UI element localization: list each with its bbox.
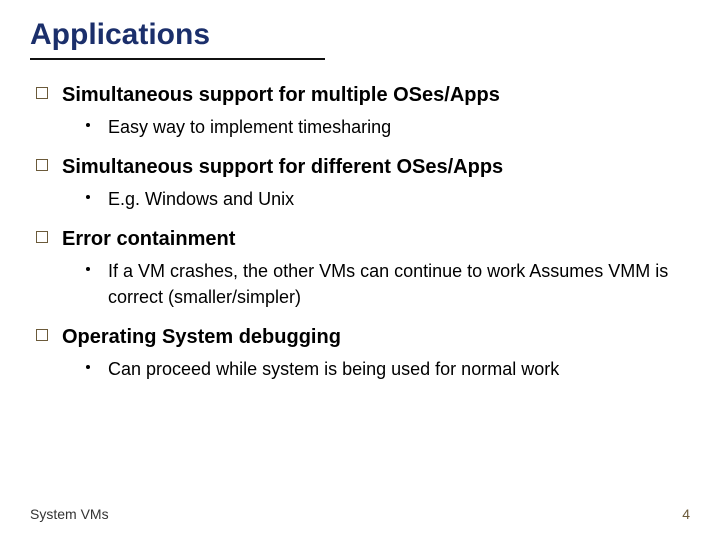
list-subitem: E.g. Windows and Unix	[86, 186, 690, 212]
square-bullet-icon	[36, 159, 48, 171]
list-subitem-text: Easy way to implement timesharing	[108, 114, 391, 140]
list-subitem-text: If a VM crashes, the other VMs can conti…	[108, 258, 690, 310]
list-item: Simultaneous support for multiple OSes/A…	[36, 82, 690, 108]
list-item-heading: Operating System debugging	[62, 324, 341, 350]
footer: System VMs 4	[30, 506, 690, 522]
bullet-list: Simultaneous support for multiple OSes/A…	[30, 82, 690, 382]
slide: Applications Simultaneous support for mu…	[0, 0, 720, 382]
list-item: Error containment	[36, 226, 690, 252]
slide-title: Applications	[30, 18, 690, 52]
dot-bullet-icon	[86, 365, 90, 369]
footer-left: System VMs	[30, 506, 109, 522]
title-rule	[30, 58, 325, 60]
list-item: Simultaneous support for different OSes/…	[36, 154, 690, 180]
list-item-heading: Simultaneous support for multiple OSes/A…	[62, 82, 500, 108]
page-number: 4	[682, 506, 690, 522]
square-bullet-icon	[36, 329, 48, 341]
list-subitem-text: Can proceed while system is being used f…	[108, 356, 559, 382]
square-bullet-icon	[36, 231, 48, 243]
dot-bullet-icon	[86, 195, 90, 199]
list-subitem: Can proceed while system is being used f…	[86, 356, 690, 382]
square-bullet-icon	[36, 87, 48, 99]
list-item-heading: Simultaneous support for different OSes/…	[62, 154, 503, 180]
list-subitem: Easy way to implement timesharing	[86, 114, 690, 140]
list-subitem: If a VM crashes, the other VMs can conti…	[86, 258, 690, 310]
list-item: Operating System debugging	[36, 324, 690, 350]
list-subitem-text: E.g. Windows and Unix	[108, 186, 294, 212]
list-item-heading: Error containment	[62, 226, 235, 252]
dot-bullet-icon	[86, 123, 90, 127]
dot-bullet-icon	[86, 267, 90, 271]
